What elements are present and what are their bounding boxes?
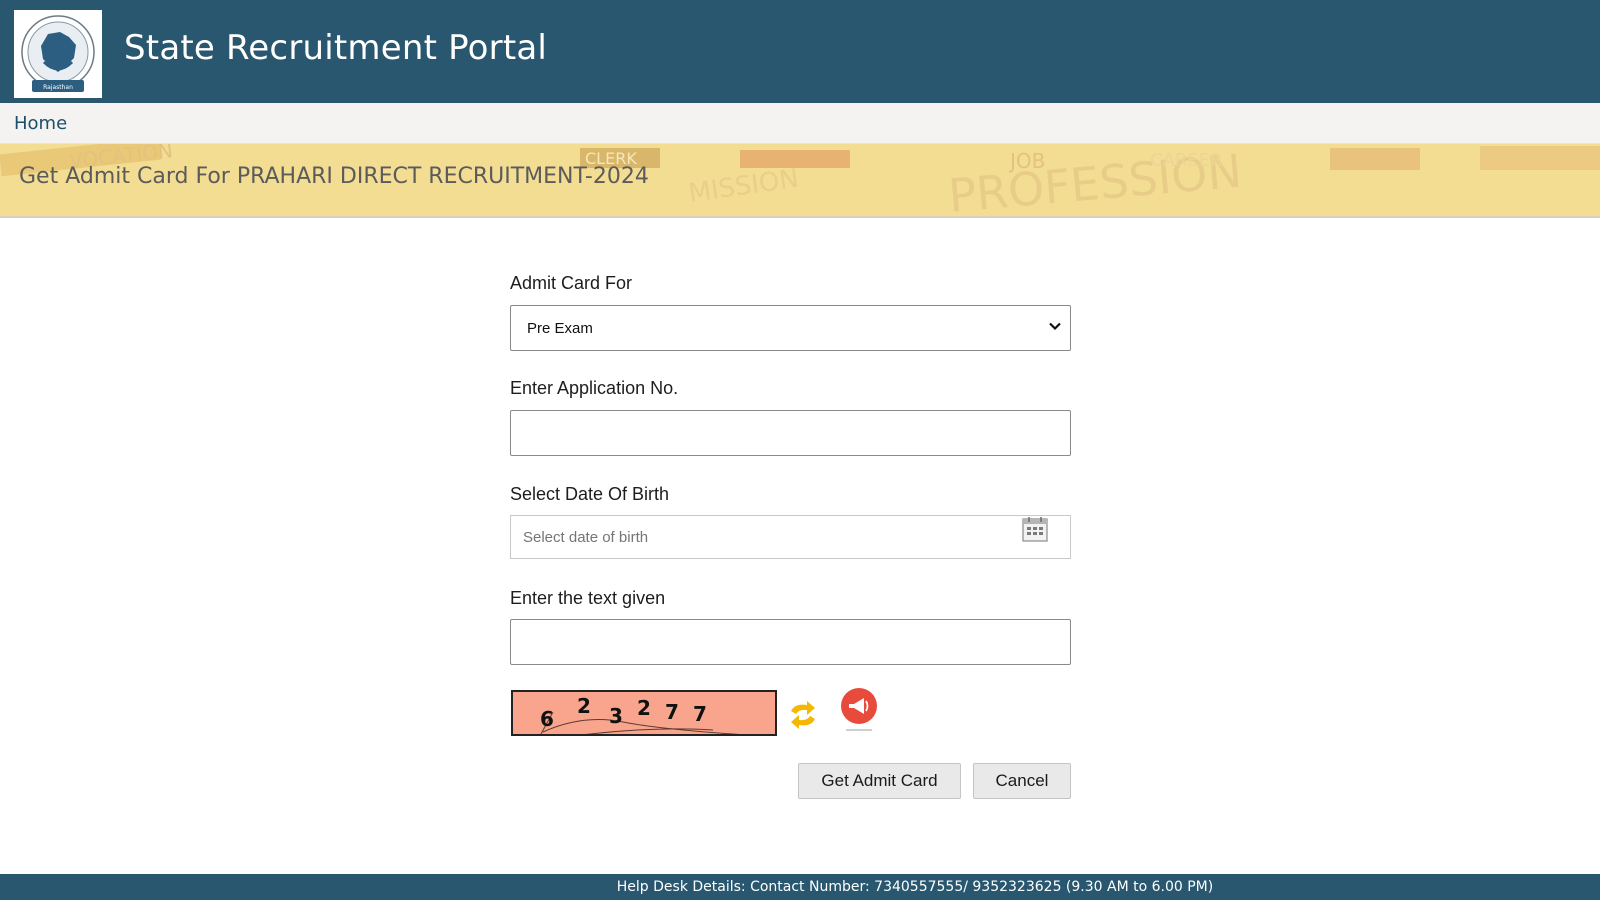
admit-card-for-selected-value: Pre Exam	[527, 320, 593, 337]
application-no-label: Enter Application No.	[510, 378, 679, 398]
dob-field[interactable]	[510, 515, 1071, 559]
site-header: Rajasthan State Recruitment Portal	[0, 0, 1600, 103]
helpdesk-text: Help Desk Details: Contact Number: 73405…	[616, 879, 1214, 895]
captcha-image: 6 2 3 2 7 7	[511, 690, 777, 736]
captcha-text-input[interactable]	[510, 619, 1071, 665]
audio-captcha-icon[interactable]	[838, 687, 880, 737]
admit-card-for-select[interactable]: Pre Exam	[510, 305, 1071, 351]
page-banner: VOCATION CLERK MISSION JOB PROFESSION CA…	[0, 144, 1600, 218]
chevron-down-icon	[1049, 322, 1061, 331]
refresh-icon[interactable]	[785, 697, 821, 733]
captcha-digit: 2	[577, 694, 591, 718]
captcha-digit: 6	[540, 707, 554, 731]
captcha-digit: 7	[665, 700, 679, 724]
state-emblem-logo: Rajasthan	[14, 10, 102, 98]
svg-text:CAREER: CAREER	[1150, 150, 1223, 171]
top-nav: Home	[0, 103, 1600, 144]
application-no-input[interactable]	[510, 410, 1071, 456]
site-footer: Help Desk Details: Contact Number: 73405…	[0, 874, 1600, 900]
dob-label: Select Date Of Birth	[510, 484, 670, 504]
get-admit-card-button[interactable]: Get Admit Card	[798, 763, 961, 799]
calendar-icon[interactable]	[1022, 516, 1048, 542]
captcha-input-label: Enter the text given	[510, 588, 666, 608]
captcha-digit: 3	[609, 704, 623, 728]
captcha-digit: 7	[693, 702, 707, 726]
page-title: Get Admit Card For PRAHARI DIRECT RECRUI…	[19, 164, 649, 189]
site-title: State Recruitment Portal	[124, 28, 548, 68]
dob-input[interactable]	[511, 516, 1035, 558]
captcha-digit: 2	[637, 696, 651, 720]
admit-card-for-label: Admit Card For	[510, 273, 633, 293]
svg-text:Rajasthan: Rajasthan	[43, 84, 73, 91]
cancel-button[interactable]: Cancel	[973, 763, 1071, 799]
nav-home-link[interactable]: Home	[14, 113, 67, 134]
